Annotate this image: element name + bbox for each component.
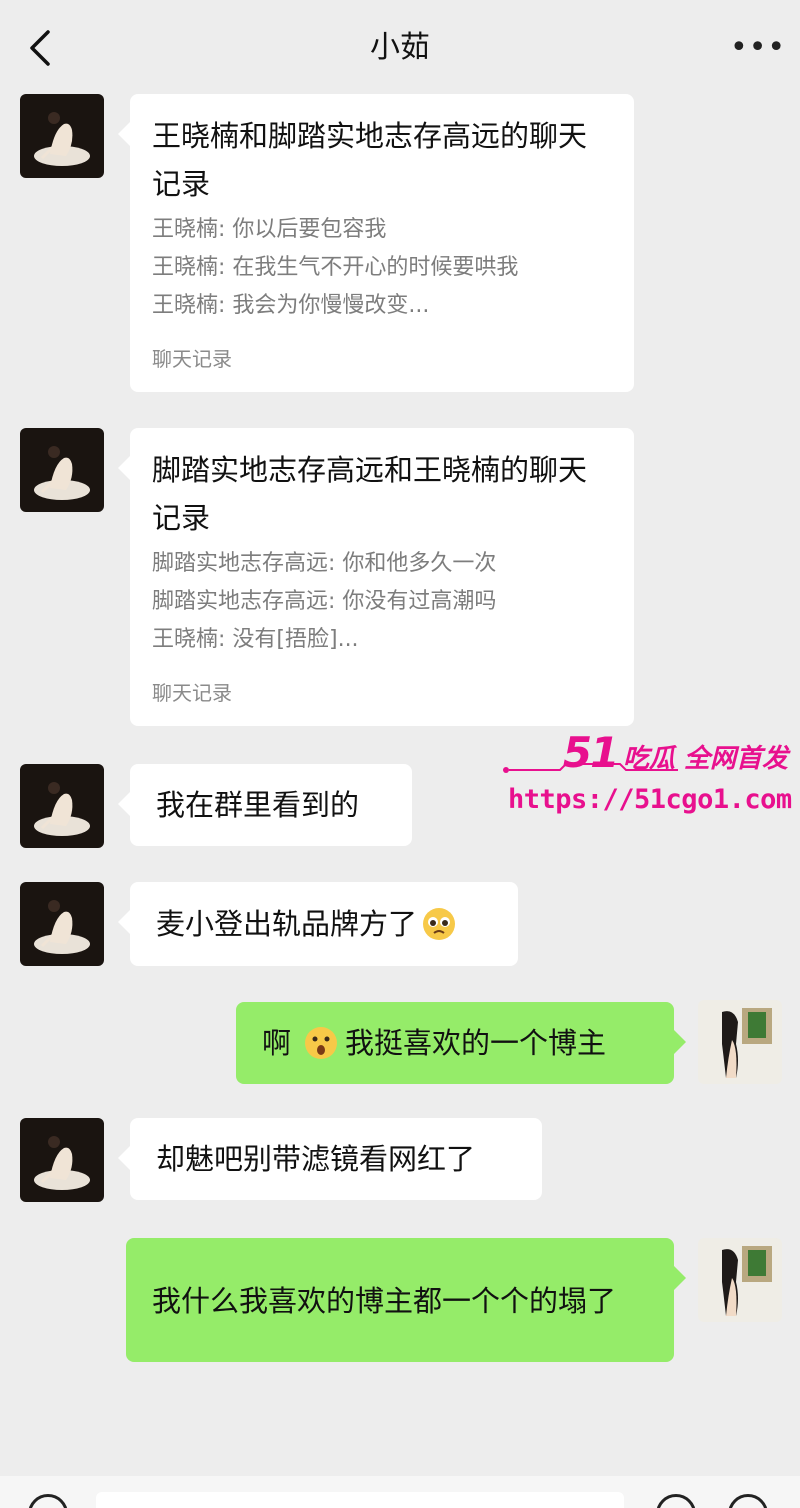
plus-icon[interactable]	[728, 1494, 768, 1508]
chat-record-line: 王晓楠: 在我生气不开心的时候要哄我	[152, 255, 519, 280]
watermark-decor-line	[503, 763, 678, 773]
message-text: 却魅吧别带滤镜看网红了	[156, 1142, 476, 1176]
chat-title: 小茹	[370, 30, 430, 65]
contact-avatar[interactable]	[20, 764, 104, 848]
chat-record-line: 王晓楠: 你以后要包容我	[152, 217, 387, 242]
user-avatar[interactable]	[698, 1238, 782, 1322]
message-bubble[interactable]: 麦小登出轨品牌方了	[118, 882, 518, 966]
chat-record-footer: 聊天记录	[152, 347, 232, 371]
chat-record-title: 王晓楠和脚踏实地志存高远的聊天记录	[152, 119, 588, 201]
watermark-url: https://51cgo1.com	[508, 784, 792, 815]
chat-record-line: 脚踏实地志存高远: 你没有过高潮吗	[152, 589, 497, 614]
message-input[interactable]	[96, 1492, 624, 1508]
emoji-icon[interactable]	[656, 1494, 696, 1508]
chat-record-footer: 聊天记录	[152, 681, 232, 705]
message-text: 我在群里看到的	[156, 788, 360, 822]
chat-record-line: 王晓楠: 没有[捂脸]...	[152, 627, 359, 652]
message-bubble[interactable]: 却魅吧别带滤镜看网红了	[118, 1118, 542, 1200]
more-options-button[interactable]: •••	[730, 26, 785, 70]
user-avatar[interactable]	[698, 1000, 782, 1084]
message-bubble-outgoing[interactable]: 我什么我喜欢的博主都一个个的塌了	[126, 1238, 686, 1362]
watermark: 51 吃瓜 全网首发 https://51cgo1.com	[496, 722, 796, 832]
chat-record-line: 王晓楠: 我会为你慢慢改变...	[152, 293, 430, 318]
navigation-bar: 小茹 •••	[0, 0, 800, 96]
contact-avatar[interactable]	[20, 1118, 104, 1202]
pleading-face-emoji	[423, 908, 456, 940]
voice-icon[interactable]	[28, 1494, 68, 1508]
chat-record-card[interactable]: 脚踏实地志存高远和王晓楠的聊天记录 脚踏实地志存高远: 你和他多久一次 脚踏实地…	[118, 428, 634, 726]
contact-avatar[interactable]	[20, 428, 104, 512]
chat-record-card[interactable]: 王晓楠和脚踏实地志存高远的聊天记录 王晓楠: 你以后要包容我 王晓楠: 在我生气…	[118, 94, 634, 392]
message-bubble[interactable]: 我在群里看到的	[118, 764, 412, 846]
surprised-face-emoji	[305, 1027, 338, 1059]
chat-record-line: 脚踏实地志存高远: 你和他多久一次	[152, 551, 497, 576]
message-text: 我挺喜欢的一个博主	[345, 1026, 607, 1060]
message-text: 啊	[262, 1026, 292, 1060]
contact-avatar[interactable]	[20, 94, 104, 178]
message-bubble-outgoing[interactable]: 啊 我挺喜欢的一个博主	[236, 1002, 686, 1084]
message-text: 麦小登出轨品牌方了	[156, 907, 418, 941]
contact-avatar[interactable]	[20, 882, 104, 966]
chat-record-title: 脚踏实地志存高远和王晓楠的聊天记录	[152, 453, 588, 535]
message-text: 我什么我喜欢的博主都一个个的塌了	[152, 1284, 617, 1318]
input-bar	[0, 1476, 800, 1508]
